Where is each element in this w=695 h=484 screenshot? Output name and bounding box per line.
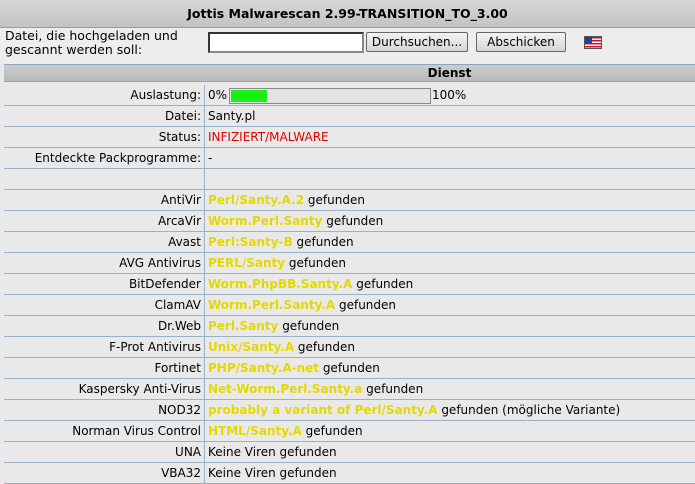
load-progress-bar: [229, 88, 431, 104]
detection-result: PHP/Santy.A-net gefunden: [208, 358, 380, 378]
engine-name: ClamAV: [154, 298, 201, 312]
detection-suffix: gefunden: [294, 340, 355, 354]
result-row: Kaspersky Anti-Virus Net-Worm.Perl.Santy.…: [4, 379, 695, 400]
engine-name: UNA: [175, 445, 201, 459]
detection-suffix: gefunden: [285, 256, 346, 270]
detection-name: Perl/Santy.A.2: [208, 193, 305, 207]
column-header-dienst: Dienst: [427, 66, 472, 80]
result-row: VBA32 Keine Viren gefunden: [4, 463, 695, 484]
load-label: Auslastung:: [130, 88, 201, 102]
detection-suffix: gefunden (mögliche Variante): [437, 403, 621, 417]
detection-suffix: gefunden: [319, 361, 380, 375]
upload-label: Datei, die hochgeladen und gescannt werd…: [5, 28, 178, 57]
result-row: ClamAV Worm.Perl.Santy.A gefunden: [4, 295, 695, 316]
status-value: INFIZIERT/MALWARE: [208, 130, 329, 144]
detection-result: HTML/Santy.A gefunden: [208, 421, 363, 441]
detection-name: Net-Worm.Perl.Santy.a: [208, 382, 363, 396]
detection-name: Worm.Perl.Santy.A: [208, 298, 336, 312]
result-row: NOD32 probably a variant of Perl/Santy.A …: [4, 400, 695, 421]
packers-value: -: [208, 151, 213, 165]
detection-name: PHP/Santy.A-net: [208, 361, 319, 375]
result-row: AVG Antivirus PERL/Santy gefunden: [4, 253, 695, 274]
engine-name: ArcaVir: [157, 214, 201, 228]
detection-result: Perl.Santy gefunden: [208, 316, 339, 336]
detection-suffix: gefunden: [362, 382, 424, 396]
detection-name: Perl:Santy-B: [208, 235, 293, 249]
detection-suffix: gefunden: [335, 298, 397, 312]
result-row: F-Prot Antivirus Unix/Santy.A gefunden: [4, 337, 695, 358]
upload-row: Datei, die hochgeladen und gescannt werd…: [0, 28, 695, 64]
detection-name: probably a variant of Perl/Santy.A: [208, 403, 438, 417]
detection-suffix: Keine Viren gefunden: [208, 466, 337, 480]
detection-name: PERL/Santy: [208, 256, 286, 270]
detection-name: Worm.Perl.Santy: [208, 214, 323, 228]
engine-name: NOD32: [158, 403, 201, 417]
detection-suffix: gefunden: [352, 277, 414, 291]
detection-suffix: Keine Viren gefunden: [208, 445, 337, 459]
detection-result: Net-Worm.Perl.Santy.a gefunden: [208, 379, 423, 399]
detection-result: PERL/Santy gefunden: [208, 253, 346, 273]
detection-result: Worm.Perl.Santy.A gefunden: [208, 295, 396, 315]
detection-result: Perl/Santy.A.2 gefunden: [208, 190, 365, 210]
detection-result: probably a variant of Perl/Santy.A gefun…: [208, 400, 620, 420]
engine-name: Dr.Web: [157, 319, 201, 333]
window-title: Jottis Malwarescan 2.99-TRANSITION_TO_3.…: [0, 0, 695, 28]
detection-result: Keine Viren gefunden: [208, 463, 337, 483]
detection-result: Perl:Santy-B gefunden: [208, 232, 354, 252]
result-row: ArcaVir Worm.Perl.Santy gefunden: [4, 211, 695, 232]
detection-name: HTML/Santy.A: [208, 424, 302, 438]
engine-name: Fortinet: [154, 361, 201, 375]
result-row: BitDefender Worm.PhpBB.Santy.A gefunden: [4, 274, 695, 295]
engine-name: AVG Antivirus: [119, 256, 201, 270]
engine-name: AntiVir: [160, 193, 201, 207]
file-row: Datei: Santy.pl: [4, 106, 695, 127]
detection-name: Worm.PhpBB.Santy.A: [208, 277, 353, 291]
spacer-row: [4, 169, 695, 190]
load-min: 0%: [208, 88, 228, 102]
detection-result: Worm.PhpBB.Santy.A gefunden: [208, 274, 413, 294]
detection-suffix: gefunden: [304, 193, 365, 207]
result-row: Avast Perl:Santy-B gefunden: [4, 232, 695, 253]
status-label: Status:: [158, 130, 201, 144]
engine-name: BitDefender: [128, 277, 201, 291]
detection-suffix: gefunden: [301, 424, 363, 438]
engine-name: Kaspersky Anti-Virus: [78, 382, 201, 396]
load-max: 100%: [432, 88, 467, 102]
detection-suffix: gefunden: [322, 214, 384, 228]
result-row: UNA Keine Viren gefunden: [4, 442, 695, 463]
engine-name: F-Prot Antivirus: [109, 340, 201, 354]
packers-row: Entdeckte Packprogramme: -: [4, 148, 695, 169]
engine-name: Avast: [168, 235, 201, 249]
detection-suffix: gefunden: [292, 235, 354, 249]
status-row: Status: INFIZIERT/MALWARE: [4, 127, 695, 148]
load-row: Auslastung: 0% 100%: [4, 85, 695, 106]
us-flag-icon[interactable]: [584, 36, 602, 49]
detection-result: Worm.Perl.Santy gefunden: [208, 211, 383, 231]
file-label: Datei:: [164, 109, 201, 123]
submit-button[interactable]: Abschicken: [476, 32, 566, 52]
browse-button[interactable]: Durchsuchen...: [366, 32, 468, 52]
file-value: Santy.pl: [208, 109, 256, 123]
result-row: Norman Virus Control HTML/Santy.A gefunde…: [4, 421, 695, 442]
load-progress-fill: [231, 90, 267, 102]
table-header: Dienst: [4, 64, 695, 82]
result-row: Dr.Web Perl.Santy gefunden: [4, 316, 695, 337]
file-path-input[interactable]: [208, 32, 364, 53]
packers-label: Entdeckte Packprogramme:: [34, 151, 201, 165]
detection-suffix: gefunden: [278, 319, 340, 333]
engine-name: Norman Virus Control: [72, 424, 201, 438]
detection-name: Unix/Santy.A: [208, 340, 295, 354]
detection-result: Unix/Santy.A gefunden: [208, 337, 355, 357]
engine-name: VBA32: [161, 466, 201, 480]
result-row: Fortinet PHP/Santy.A-net gefunden: [4, 358, 695, 379]
result-row: AntiVir Perl/Santy.A.2 gefunden: [4, 190, 695, 211]
detection-result: Keine Viren gefunden: [208, 442, 337, 462]
detection-name: Perl.Santy: [208, 319, 279, 333]
